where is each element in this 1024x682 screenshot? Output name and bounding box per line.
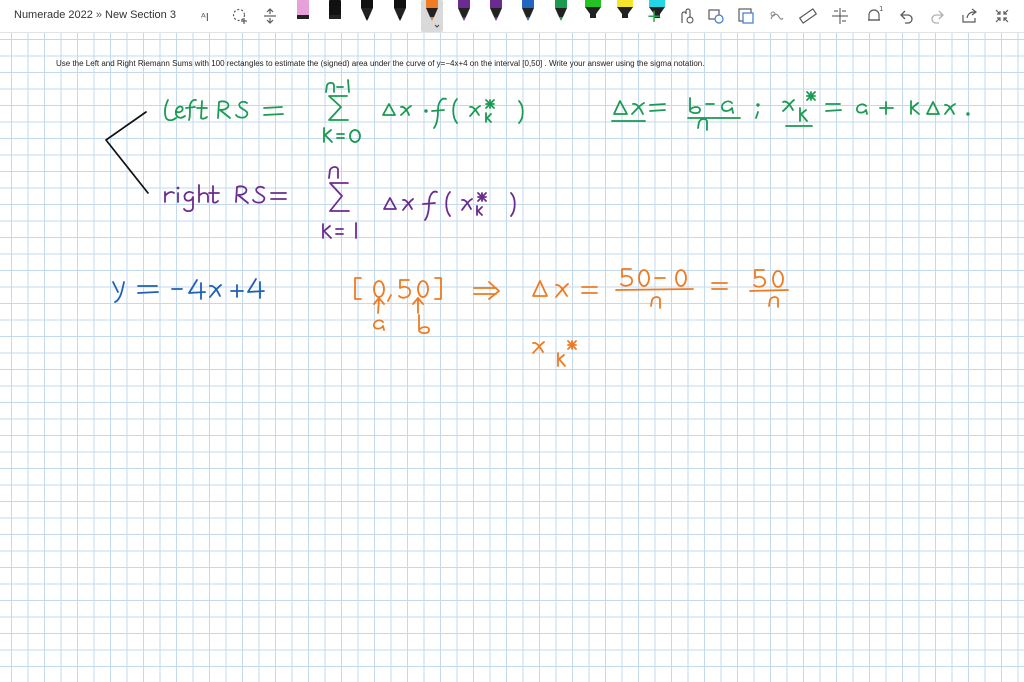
handwritten-ink[interactable]: [0, 0, 1024, 682]
ink-right-rs-line: [164, 166, 516, 239]
ink-delta-x-work: [354, 268, 789, 367]
bracket-stroke: [105, 111, 149, 194]
ink-left-rs-line: [164, 79, 970, 143]
ink-function-line: [112, 278, 265, 303]
